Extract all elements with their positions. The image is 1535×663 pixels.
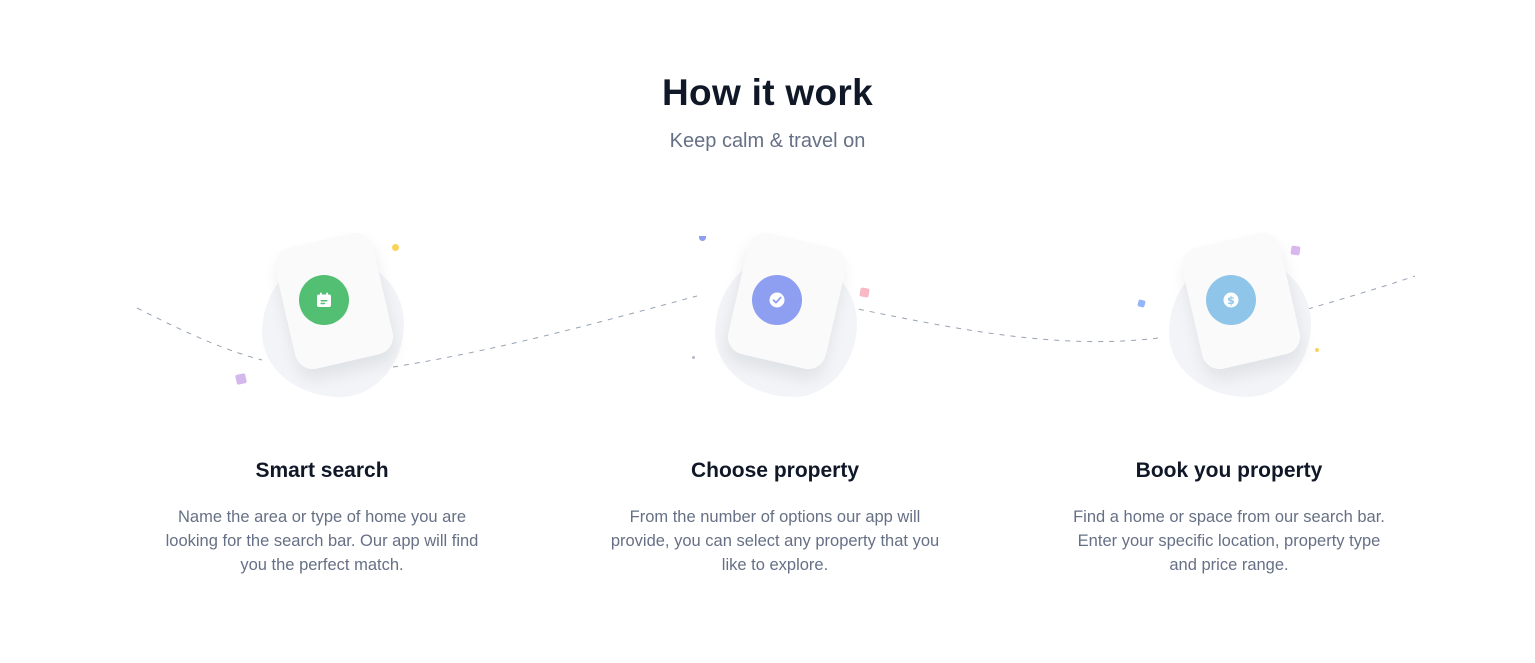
- section-title: How it work: [662, 72, 873, 113]
- step-title: Choose property: [690, 459, 860, 482]
- step-card-book-property: $ Book you property Find a home or space…: [1019, 225, 1439, 577]
- step-title: Smart search: [255, 459, 389, 482]
- check-icon: [752, 275, 802, 325]
- step-illustration: $: [1139, 225, 1319, 405]
- step-illustration: [685, 225, 865, 405]
- step-title: Book you property: [1135, 459, 1323, 482]
- dollar-icon: $: [1206, 275, 1256, 325]
- step-description: Find a home or space from our search bar…: [1073, 508, 1385, 574]
- how-it-works-section: How it work Keep calm & travel on Smart …: [0, 0, 1535, 663]
- step-illustration: [232, 225, 412, 405]
- step-card-smart-search: Smart search Name the area or type of ho…: [112, 225, 532, 577]
- step-description: From the number of options our app will …: [610, 508, 940, 574]
- svg-text:$: $: [1227, 294, 1235, 307]
- step-card-choose-property: Choose property From the number of optio…: [565, 225, 985, 577]
- step-description: Name the area or type of home you are lo…: [165, 508, 479, 574]
- section-subtitle: Keep calm & travel on: [669, 130, 866, 152]
- calendar-icon: [299, 275, 349, 325]
